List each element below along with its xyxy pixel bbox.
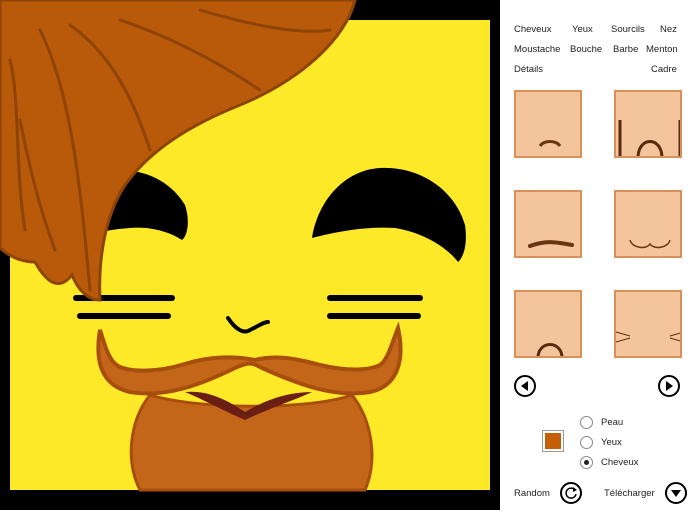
radio-cheveux[interactable] <box>580 456 593 469</box>
radio-yeux[interactable] <box>580 436 593 449</box>
chin-option-2[interactable] <box>614 90 682 158</box>
refresh-icon <box>565 487 577 499</box>
menu-item-yeux[interactable]: Yeux <box>572 24 593 35</box>
random-button[interactable] <box>560 482 582 504</box>
radio-label-cheveux: Cheveux <box>601 457 639 468</box>
chin-option-4[interactable] <box>614 190 682 258</box>
radio-label-yeux: Yeux <box>601 437 622 448</box>
menu-item-menton[interactable]: Menton <box>646 44 678 55</box>
menu-item-details[interactable]: Détails <box>514 64 543 75</box>
avatar-face <box>0 0 490 492</box>
color-swatch[interactable] <box>542 430 564 452</box>
random-label: Random <box>514 488 550 499</box>
chin-option-6[interactable] <box>614 290 682 358</box>
chin-option-3[interactable] <box>514 190 582 258</box>
previous-button[interactable] <box>514 375 536 397</box>
chin-option-5[interactable] <box>514 290 582 358</box>
menu-item-cadre[interactable]: Cadre <box>651 64 677 75</box>
menu-item-moustache[interactable]: Moustache <box>514 44 560 55</box>
radio-label-peau: Peau <box>601 417 624 428</box>
menu-item-sourcils[interactable]: Sourcils <box>611 24 645 35</box>
arrow-left-icon <box>521 381 528 391</box>
chin-option-1[interactable] <box>514 90 582 158</box>
color-swatch-fill <box>545 433 561 449</box>
download-icon <box>671 490 681 497</box>
radio-peau[interactable] <box>580 416 593 429</box>
download-label: Télécharger <box>604 488 655 499</box>
editor-panel: Cheveux Yeux Sourcils Nez Moustache Bouc… <box>500 0 700 520</box>
menu-item-bouche[interactable]: Bouche <box>570 44 602 55</box>
arrow-right-icon <box>666 381 673 391</box>
menu-item-cheveux[interactable]: Cheveux <box>514 24 552 35</box>
next-button[interactable] <box>658 375 680 397</box>
menu-item-barbe[interactable]: Barbe <box>613 44 638 55</box>
menu-item-nez[interactable]: Nez <box>660 24 677 35</box>
download-button[interactable] <box>665 482 687 504</box>
avatar-canvas <box>0 0 500 510</box>
